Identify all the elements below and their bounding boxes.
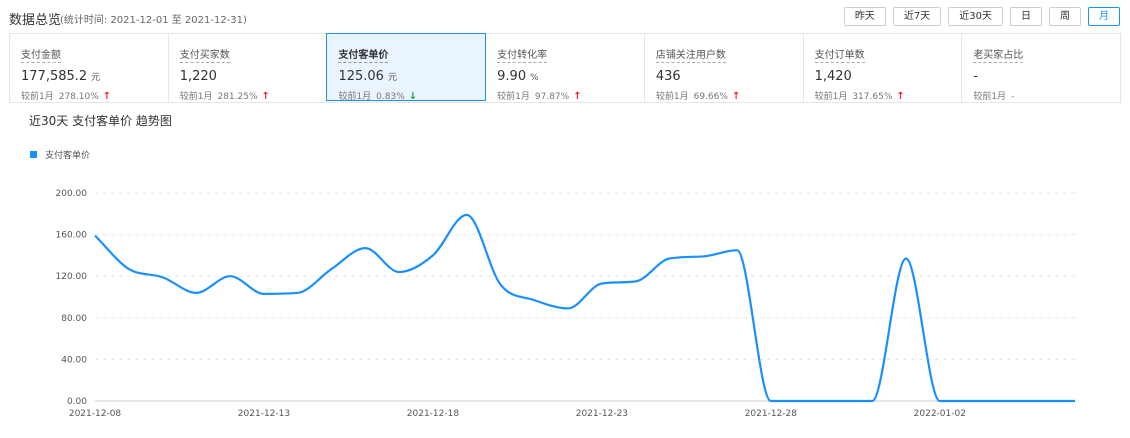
data-point <box>971 399 976 404</box>
data-point <box>126 266 131 271</box>
data-point <box>599 281 604 286</box>
data-point <box>566 306 571 311</box>
data-point <box>194 290 199 295</box>
data-point <box>430 253 435 258</box>
y-tick-label: 0.00 <box>67 397 87 407</box>
data-point <box>498 282 503 287</box>
data-point <box>802 399 807 404</box>
data-point <box>228 274 233 279</box>
series-line-avg-order-value <box>94 213 1075 403</box>
y-tick-label: 160.00 <box>56 231 88 241</box>
data-point <box>261 291 266 296</box>
data-point <box>870 399 875 404</box>
data-point <box>633 279 638 284</box>
data-point <box>1073 399 1078 404</box>
x-tick-label: 2021-12-28 <box>745 409 798 419</box>
y-tick-label: 80.00 <box>61 314 87 324</box>
x-tick-label: 2021-12-08 <box>69 409 122 419</box>
data-point <box>397 270 402 275</box>
data-point <box>1005 399 1010 404</box>
trend-chart: 0.00 40.00 80.00 120.00 160.00 200.00 2021-12-… <box>56 189 1078 419</box>
x-tick-label: 2021-12-13 <box>238 409 290 419</box>
x-tick-label: 2021-12-18 <box>407 409 460 419</box>
y-tick-label: 120.00 <box>56 272 88 282</box>
data-point <box>768 399 773 404</box>
data-point <box>667 256 672 261</box>
data-point <box>904 256 909 261</box>
data-point <box>701 254 706 259</box>
y-tick-label: 40.00 <box>61 355 87 365</box>
data-point <box>93 233 98 238</box>
data-point <box>464 212 469 217</box>
data-point <box>363 246 368 251</box>
data-point <box>295 290 300 295</box>
data-point <box>329 266 334 271</box>
data-point <box>735 248 740 253</box>
data-point <box>532 298 537 303</box>
data-point <box>1039 399 1044 404</box>
data-point <box>160 275 165 280</box>
data-point <box>836 399 841 404</box>
data-point <box>937 399 942 404</box>
y-tick-label: 200.00 <box>56 189 88 199</box>
x-tick-label: 2022-01-02 <box>914 409 966 419</box>
x-tick-label: 2021-12-23 <box>576 409 628 419</box>
